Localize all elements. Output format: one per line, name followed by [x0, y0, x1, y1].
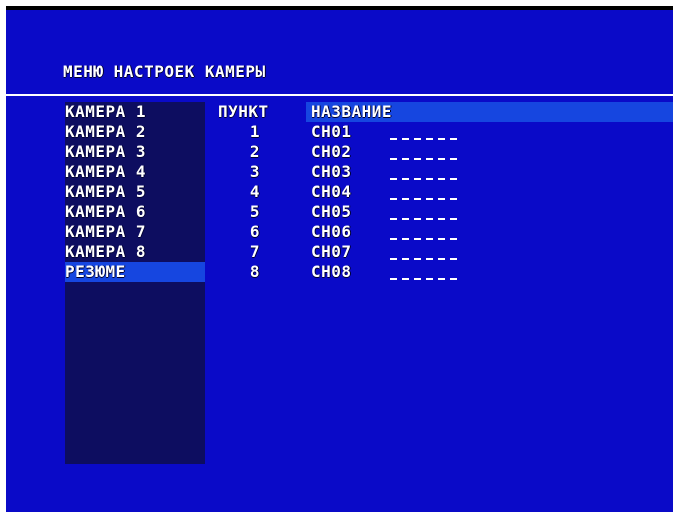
name-placeholder-underline [414, 218, 421, 220]
table-row-item-number: 7 [249, 242, 261, 261]
channel-name-field[interactable]: CH05 [311, 203, 352, 221]
name-placeholder-underline [438, 178, 445, 180]
menu-item-camera-8[interactable]: КАМЕРА 8 [65, 242, 205, 262]
table-row-item-number: 8 [249, 262, 261, 281]
page-title: МЕНЮ НАСТРОЕК КАМЕРЫ [63, 62, 266, 81]
name-placeholder-underline [390, 178, 397, 180]
name-placeholder-underline [390, 218, 397, 220]
name-placeholder-underline [450, 198, 457, 200]
menu-item-camera-6[interactable]: КАМЕРА 6 [65, 202, 205, 222]
menu-item-label: КАМЕРА 1 [65, 102, 147, 121]
name-placeholder-underline [402, 218, 409, 220]
name-placeholder-underline [426, 278, 433, 280]
channel-name-field[interactable]: CH06 [311, 223, 352, 241]
menu-item-camera-3[interactable]: КАМЕРА 3 [65, 142, 205, 162]
name-placeholder-underline [450, 138, 457, 140]
channel-name-field[interactable]: CH08 [311, 263, 352, 281]
menu-item-camera-1[interactable]: КАМЕРА 1 [65, 102, 205, 122]
menu-item-label: РЕЗЮМЕ [65, 262, 126, 281]
table-row-item-number: 4 [249, 182, 261, 201]
name-placeholder-underline [390, 138, 397, 140]
name-placeholder-underline [414, 278, 421, 280]
channel-name-field[interactable]: CH07 [311, 243, 352, 261]
table-row-item-number: 6 [249, 222, 261, 241]
title-divider [6, 94, 673, 96]
table-row-item-number: 3 [249, 162, 261, 181]
name-placeholder-underline [390, 198, 397, 200]
menu-item-label: КАМЕРА 2 [65, 122, 147, 141]
name-placeholder-underline [438, 218, 445, 220]
table-row-item-number: 1 [249, 122, 261, 141]
name-placeholder-underline [390, 278, 397, 280]
channel-name-field[interactable]: CH04 [311, 183, 352, 201]
name-placeholder-underline [438, 258, 445, 260]
channel-name-field[interactable]: CH02 [311, 143, 352, 161]
name-placeholder-underline [426, 158, 433, 160]
menu-item-label: КАМЕРА 8 [65, 242, 147, 261]
name-placeholder-underline [426, 258, 433, 260]
menu-item-camera-4[interactable]: КАМЕРА 4 [65, 162, 205, 182]
menu-item-summary[interactable]: РЕЗЮМЕ [65, 262, 205, 282]
name-placeholder-underline [402, 238, 409, 240]
table-row-item-number: 2 [249, 142, 261, 161]
name-placeholder-underline [402, 258, 409, 260]
name-placeholder-underline [438, 158, 445, 160]
menu-item-camera-2[interactable]: КАМЕРА 2 [65, 122, 205, 142]
name-placeholder-underline [450, 218, 457, 220]
menu-item-label: КАМЕРА 6 [65, 202, 147, 221]
name-placeholder-underline [426, 238, 433, 240]
column-header-name: НАЗВАНИЕ [311, 102, 393, 121]
name-placeholder-underline [414, 258, 421, 260]
name-placeholder-underline [414, 178, 421, 180]
name-placeholder-underline [438, 278, 445, 280]
name-placeholder-underline [402, 198, 409, 200]
name-placeholder-underline [438, 238, 445, 240]
name-placeholder-underline [402, 158, 409, 160]
name-placeholder-underline [390, 238, 397, 240]
channel-name-field[interactable]: CH01 [311, 123, 352, 141]
menu-item-camera-5[interactable]: КАМЕРА 5 [65, 182, 205, 202]
channel-name-field[interactable]: CH03 [311, 163, 352, 181]
table-row-item-number: 5 [249, 202, 261, 221]
name-placeholder-underline [450, 158, 457, 160]
menu-item-camera-7[interactable]: КАМЕРА 7 [65, 222, 205, 242]
name-placeholder-underline [402, 138, 409, 140]
osd-screen: МЕНЮ НАСТРОЕК КАМЕРЫ КАМЕРА 1 КАМЕРА 2 КАМ… [6, 6, 673, 512]
name-placeholder-underline [414, 238, 421, 240]
menu-item-label: КАМЕРА 5 [65, 182, 147, 201]
menu-item-label: КАМЕРА 7 [65, 222, 147, 241]
name-placeholder-underline [402, 278, 409, 280]
menu-item-label: КАМЕРА 4 [65, 162, 147, 181]
name-placeholder-underline [426, 178, 433, 180]
name-placeholder-underline [450, 238, 457, 240]
column-header-item: ПУНКТ [218, 102, 269, 121]
name-placeholder-underline [426, 218, 433, 220]
name-placeholder-underline [414, 138, 421, 140]
name-placeholder-underline [414, 198, 421, 200]
name-placeholder-underline [390, 258, 397, 260]
name-placeholder-underline [402, 178, 409, 180]
name-placeholder-underline [426, 138, 433, 140]
name-placeholder-underline [438, 198, 445, 200]
name-placeholder-underline [450, 278, 457, 280]
name-placeholder-underline [426, 198, 433, 200]
name-placeholder-underline [450, 258, 457, 260]
name-placeholder-underline [450, 178, 457, 180]
menu-item-label: КАМЕРА 3 [65, 142, 147, 161]
name-placeholder-underline [414, 158, 421, 160]
name-placeholder-underline [390, 158, 397, 160]
name-placeholder-underline [438, 138, 445, 140]
